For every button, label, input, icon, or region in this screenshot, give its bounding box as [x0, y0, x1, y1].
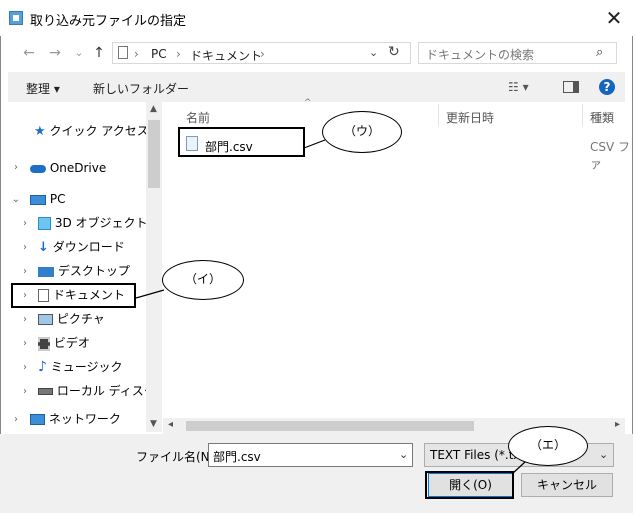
callout-e: （エ）: [508, 426, 588, 466]
highlight-box-open: [425, 471, 514, 499]
callout-u: （ウ）: [322, 111, 402, 153]
callout-i: （イ）: [162, 260, 244, 300]
highlight-box-documents: [11, 283, 136, 308]
highlight-box-file: [178, 127, 305, 157]
